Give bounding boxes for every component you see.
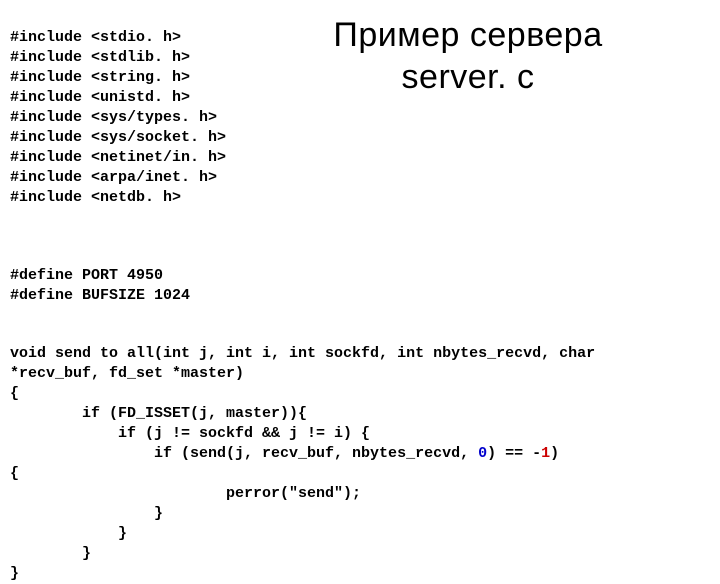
include-line: #include <string. h> (10, 69, 190, 86)
slide-title: Пример сервера server. c (226, 14, 710, 98)
code-block: void send to all(int j, int i, int sockf… (10, 324, 710, 584)
code-line: } (10, 505, 163, 522)
number-literal: 0 (478, 445, 487, 462)
code-line: } (10, 525, 127, 542)
code-line: perror("send"); (10, 485, 361, 502)
include-line: #include <unistd. h> (10, 89, 190, 106)
include-line: #include <sys/types. h> (10, 109, 217, 126)
defines-block: #define PORT 4950 #define BUFSIZE 1024 (10, 246, 710, 306)
code-line: if (FD_ISSET(j, master)){ (10, 405, 307, 422)
include-line: #include <stdlib. h> (10, 49, 190, 66)
title-line-2: server. c (226, 56, 710, 98)
number-literal: 1 (541, 445, 550, 462)
includes-block: #include <stdio. h> #include <stdlib. h>… (10, 8, 226, 228)
code-line: if (j != sockfd && j != i) { (10, 425, 370, 442)
include-line: #include <sys/socket. h> (10, 129, 226, 146)
code-line: { (10, 465, 19, 482)
include-line: #include <stdio. h> (10, 29, 181, 46)
define-line: #define PORT 4950 (10, 267, 163, 284)
include-line: #include <arpa/inet. h> (10, 169, 217, 186)
code-line: *recv_buf, fd_set *master) (10, 365, 244, 382)
include-line: #include <netdb. h> (10, 189, 181, 206)
code-line: } (10, 545, 91, 562)
code-line: } (10, 565, 19, 582)
code-line: if (send(j, recv_buf, nbytes_recvd, 0) =… (10, 445, 559, 462)
define-line: #define BUFSIZE 1024 (10, 287, 190, 304)
include-line: #include <netinet/in. h> (10, 149, 226, 166)
title-line-1: Пример сервера (226, 14, 710, 56)
code-line: void send to all(int j, int i, int sockf… (10, 345, 595, 362)
code-line: { (10, 385, 19, 402)
